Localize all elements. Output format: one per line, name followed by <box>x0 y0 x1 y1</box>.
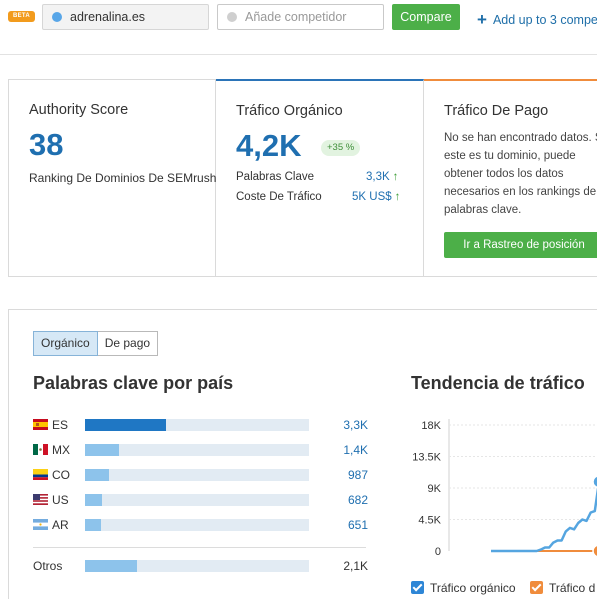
traffic-cost-label: Coste De Tráfico <box>236 191 322 203</box>
comparison-toolbar: BETA adrenalina.es Añade competidor Comp… <box>0 0 597 55</box>
country-row-co[interactable]: CO 987 <box>33 467 368 483</box>
country-bar-fill <box>85 519 102 531</box>
domain-input[interactable]: adrenalina.es <box>42 4 209 30</box>
country-value[interactable]: 682 <box>348 493 368 507</box>
others-label: Otros <box>33 559 63 573</box>
keywords-metric-label: Palabras Clave <box>236 171 314 183</box>
country-bar-fill <box>85 494 102 506</box>
beta-badge: BETA <box>8 11 35 22</box>
country-bar-fill <box>85 419 166 431</box>
y-tick-label: 4.5K <box>418 515 441 527</box>
series-point-paid <box>592 544 597 558</box>
add-competitors-label: Add up to 3 compe <box>492 13 597 27</box>
domain-color-dot <box>52 12 62 22</box>
country-bar-track <box>85 444 309 456</box>
mexico-flag-icon <box>33 444 48 455</box>
country-bar-fill <box>85 560 137 572</box>
organic-change-badge: +35 % <box>321 140 361 156</box>
organic-traffic-title: Tráfico Orgánico <box>236 103 343 119</box>
keywords-metric-number: 3,3K <box>366 171 390 183</box>
country-bar-track <box>85 560 309 572</box>
keywords-metric-value[interactable]: 3,3K ↑ <box>366 171 398 183</box>
traffic-type-toggle: Orgánico De pago <box>33 331 159 356</box>
add-competitors-link[interactable]: + Add up to 3 compe <box>477 9 597 29</box>
series-line-organic <box>491 486 597 553</box>
position-tracking-button[interactable]: Ir a Rastreo de posición <box>444 232 597 258</box>
country-bar-fill <box>85 444 120 456</box>
paid-traffic-message: No se han encontrado datos. Si este es t… <box>444 132 597 216</box>
country-bar-fill <box>85 469 110 481</box>
traffic-cost-metric-row: Coste De Tráfico 5K US$ ↑ <box>236 191 400 203</box>
country-value[interactable]: 1,4K <box>343 443 368 457</box>
country-row-others[interactable]: Otros 2,1K <box>33 558 368 574</box>
country-value[interactable]: 651 <box>348 518 368 532</box>
country-code: CO <box>52 468 70 482</box>
country-code: MX <box>52 443 70 457</box>
legend-organic-label: Tráfico orgánico <box>430 581 516 595</box>
authority-score-value[interactable]: 38 <box>29 127 63 163</box>
organic-traffic-value[interactable]: 4,2K <box>236 128 301 164</box>
country-code: AR <box>52 518 69 532</box>
authority-score-subtitle: Ranking De Dominios De SEMrush <box>29 171 217 185</box>
paid-traffic-title: Tráfico De Pago <box>444 103 549 119</box>
keywords-metric-row: Palabras Clave 3,3K ↑ <box>236 171 398 183</box>
country-row-es[interactable]: ES 3,3K <box>33 417 368 433</box>
summary-panel: Authority Score 38 Ranking De Dominios D… <box>8 79 597 277</box>
colombia-flag-icon <box>33 469 48 480</box>
arrow-up-icon: ↑ <box>394 191 401 203</box>
y-tick-label: 0 <box>435 546 441 558</box>
country-row-mx[interactable]: MX 1,4K <box>33 442 368 458</box>
paid-traffic-card: Tráfico De Pago No se han encontrado dat… <box>424 79 597 277</box>
traffic-trend-title: Tendencia de tráfico <box>411 373 585 393</box>
argentina-flag-icon <box>33 519 48 530</box>
country-value[interactable]: 3,3K <box>343 418 368 432</box>
organic-traffic-card[interactable]: Tráfico Orgánico 4,2K +35 % Palabras Cla… <box>216 79 424 277</box>
traffic-cost-value[interactable]: 5K US$ ↑ <box>352 191 400 203</box>
arrow-up-icon: ↑ <box>392 171 399 183</box>
country-row-ar[interactable]: AR 651 <box>33 517 368 533</box>
legend-organic[interactable]: Tráfico orgánico <box>411 581 516 595</box>
competitor-color-dot <box>227 12 237 22</box>
y-tick-label: 18K <box>421 420 441 432</box>
domain-input-value: adrenalina.es <box>70 10 146 24</box>
authority-score-card[interactable]: Authority Score 38 Ranking De Dominios D… <box>9 80 216 276</box>
spain-flag-icon <box>33 419 48 430</box>
tab-organic[interactable]: Orgánico <box>33 331 98 356</box>
country-code: ES <box>52 418 69 432</box>
legend-paid[interactable]: Tráfico d <box>530 581 595 595</box>
usa-flag-icon <box>33 494 48 505</box>
series-point-organic <box>592 475 597 489</box>
keywords-by-country-title: Palabras clave por país <box>33 373 234 393</box>
checkbox-checked-icon <box>530 581 543 594</box>
competitor-input[interactable]: Añade competidor <box>217 4 384 30</box>
authority-score-title: Authority Score <box>29 102 129 118</box>
y-tick-label: 13.5K <box>412 452 441 464</box>
row-divider <box>33 547 366 548</box>
y-tick-label: 9K <box>428 483 442 495</box>
compare-button[interactable]: Compare <box>392 4 460 30</box>
legend-paid-label: Tráfico d <box>549 581 596 595</box>
details-panel: Orgánico De pago Palabras clave por país… <box>8 309 597 599</box>
country-bar-track <box>85 494 309 506</box>
country-code: US <box>52 493 69 507</box>
country-bar-track <box>85 519 309 531</box>
traffic-cost-number: 5K US$ <box>352 191 392 203</box>
country-row-us[interactable]: US 682 <box>33 492 368 508</box>
traffic-trend-chart[interactable]: 18K 13.5K 9K 4.5K 0 <box>389 415 597 565</box>
plus-icon: + <box>477 10 487 29</box>
country-bar-track <box>85 469 309 481</box>
tab-paid[interactable]: De pago <box>97 331 159 356</box>
country-bar-track <box>85 419 309 431</box>
competitor-input-placeholder: Añade competidor <box>245 10 347 24</box>
country-value[interactable]: 987 <box>348 468 368 482</box>
others-value[interactable]: 2,1K <box>343 559 368 573</box>
checkbox-checked-icon <box>411 581 424 594</box>
